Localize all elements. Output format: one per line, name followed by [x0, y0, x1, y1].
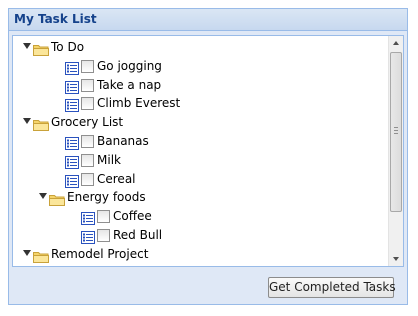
vertical-scrollbar[interactable] [388, 36, 403, 266]
task-list-panel: My Task List To Do Go jogging Take a nap Cl… [8, 8, 408, 305]
tree-task-node[interactable]: Take a nap [13, 76, 388, 95]
task-list-icon [81, 229, 95, 244]
task-checkbox[interactable] [81, 59, 94, 73]
task-checkbox[interactable] [81, 172, 94, 186]
task-checkbox[interactable] [81, 97, 94, 111]
tree-folder-node[interactable]: To Do [13, 38, 388, 57]
tree-folder-node[interactable]: Remodel Project [13, 245, 388, 264]
task-list-icon [65, 97, 79, 113]
folder-icon [33, 116, 49, 132]
folder-icon [49, 191, 65, 207]
panel-title: My Task List [14, 12, 97, 26]
expand-triangle-icon[interactable] [23, 118, 31, 125]
task-list-icon [65, 173, 79, 188]
tree-task-node[interactable]: Climb Everest [13, 94, 388, 113]
tree-task-node[interactable]: Milk [13, 151, 388, 170]
tree-node-label: Go jogging [97, 58, 162, 73]
tree-node-label: Grocery List [51, 115, 124, 130]
expand-triangle-icon[interactable] [23, 43, 31, 49]
panel-header: My Task List [9, 9, 407, 31]
tree-task-node[interactable]: Red Bull [13, 226, 388, 245]
get-completed-tasks-button[interactable]: Get Completed Tasks [268, 277, 396, 298]
scrollbar-grip-icon [394, 127, 398, 134]
folder-icon [33, 41, 49, 56]
task-list-icon [65, 135, 79, 150]
expand-triangle-icon[interactable] [23, 249, 31, 256]
tree-node-list: To Do Go jogging Take a nap Climb Everest Gr… [13, 36, 388, 266]
task-list-icon [65, 154, 79, 169]
task-list-icon [65, 79, 79, 94]
tree-task-node[interactable]: Bananas [13, 132, 388, 151]
task-list-icon [65, 60, 79, 75]
expand-triangle-icon[interactable] [39, 193, 47, 200]
scroll-up-icon[interactable] [389, 36, 403, 51]
task-checkbox[interactable] [81, 78, 94, 92]
tree-node-label: Cereal [97, 171, 136, 186]
tree-folder-node[interactable]: Grocery List [13, 113, 388, 132]
tree-node-label: Climb Everest [97, 96, 181, 111]
tree-node-label: Energy foods [67, 190, 146, 205]
tree-node-label: Coffee [113, 209, 152, 224]
tree-node-label: Take a nap [97, 77, 162, 92]
scrollbar-thumb[interactable] [390, 52, 402, 212]
task-checkbox[interactable] [81, 153, 94, 167]
task-checkbox[interactable] [81, 135, 94, 148]
tree-node-label: To Do [51, 40, 85, 54]
task-checkbox[interactable] [97, 210, 110, 224]
task-checkbox[interactable] [97, 229, 110, 242]
tree-node-label: Remodel Project [51, 246, 149, 261]
tree-node-label: Bananas [97, 134, 149, 148]
task-tree: To Do Go jogging Take a nap Climb Everest Gr… [12, 35, 404, 267]
folder-icon [33, 248, 49, 263]
task-list-icon [81, 210, 95, 226]
tree-node-label: Milk [97, 152, 121, 167]
tree-folder-node[interactable]: Energy foods [13, 188, 388, 207]
tree-node-label: Red Bull [113, 228, 163, 242]
tree-task-node[interactable]: Cereal [13, 170, 388, 189]
tree-task-node[interactable]: Coffee [13, 207, 388, 226]
tree-task-node[interactable]: Go jogging [13, 57, 388, 76]
scroll-down-icon[interactable] [389, 251, 403, 266]
